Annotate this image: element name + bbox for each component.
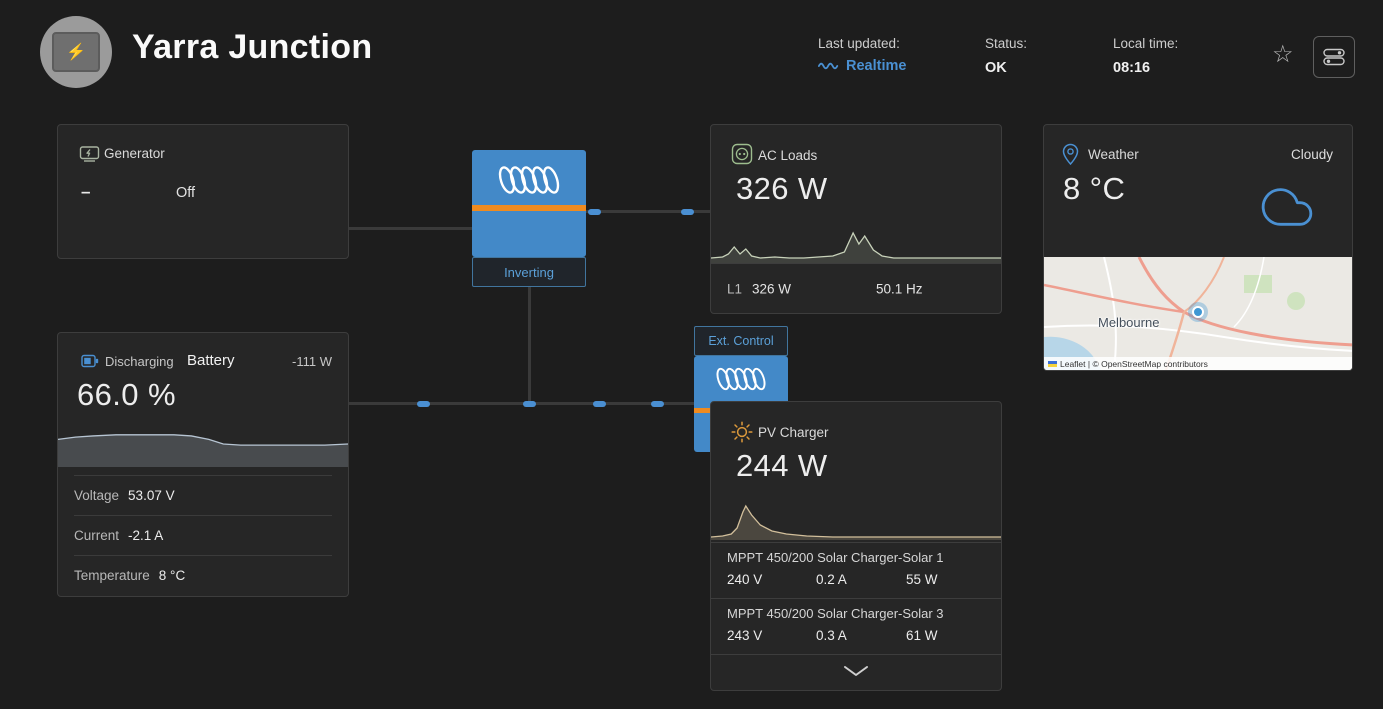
vrm-dashboard: ⚡ Yarra Junction Last updated: Realtime … — [0, 0, 1383, 709]
divider — [711, 654, 1001, 655]
ac-loads-sparkline — [711, 223, 1001, 263]
pv-tracker2-current: 0.3 A — [816, 628, 847, 643]
ac-loads-title: AC Loads — [758, 148, 818, 163]
battery-soc: 66.0 % — [77, 377, 176, 412]
map-attribution: Leaflet | © OpenStreetMap contributors — [1044, 357, 1352, 370]
power-flow-dot — [588, 209, 601, 215]
ac-loads-power: 326 W — [736, 171, 828, 206]
battery-voltage-value: 53.07 V — [128, 488, 175, 503]
pv-tracker2-power: 61 W — [906, 628, 938, 643]
pv-sun-icon — [731, 421, 753, 443]
weather-pin-icon — [1062, 143, 1079, 166]
ext-control-text: Ext. Control — [708, 334, 774, 348]
generator-phase: – — [81, 182, 91, 201]
battery-temperature-label: Temperature — [74, 568, 150, 583]
victron-logo-icon — [498, 166, 560, 194]
site-logo-image: ⚡ — [52, 32, 100, 72]
victron-logo-icon — [716, 367, 766, 391]
local-time-label: Local time: — [1113, 36, 1179, 51]
inverter-state-label[interactable]: Inverting — [472, 257, 586, 287]
battery-status: Discharging — [105, 354, 174, 369]
map-attribution-text: Leaflet | © OpenStreetMap contributors — [1060, 358, 1208, 369]
ac-l1-power: 326 W — [752, 281, 792, 296]
dc-bus-line — [349, 402, 694, 405]
last-updated-label: Last updated: — [818, 36, 900, 51]
weather-temperature: 8 °C — [1063, 171, 1126, 206]
power-flow-dot — [651, 401, 664, 407]
power-flow-dot — [681, 209, 694, 215]
weather-title: Weather — [1088, 147, 1139, 162]
battery-power: -111 W — [292, 354, 332, 369]
victron-orange-stripe — [472, 205, 586, 211]
pv-tracker1-current: 0.2 A — [816, 572, 847, 587]
inverter-state-text: Inverting — [504, 264, 554, 280]
pv-charger-sparkline — [711, 500, 1001, 540]
page-title: Yarra Junction — [132, 28, 373, 66]
expand-button[interactable] — [842, 664, 870, 682]
battery-card[interactable]: Discharging Battery -111 W 66.0 % Voltag… — [57, 332, 349, 597]
map-marker-icon — [1188, 302, 1208, 322]
ac-l1-label: L1 — [727, 281, 743, 296]
battery-details: Voltage 53.07 V Current -2.1 A Temperatu… — [58, 475, 348, 595]
battery-current-value: -2.1 A — [128, 528, 164, 543]
battery-voltage-label: Voltage — [74, 488, 120, 503]
generator-to-inverter-line — [349, 227, 472, 230]
pv-tracker1-power: 55 W — [906, 572, 938, 587]
inverter-device-block[interactable] — [472, 150, 586, 257]
cloud-icon — [1261, 188, 1313, 226]
realtime-text: Realtime — [846, 58, 907, 74]
favorite-star-icon[interactable]: ☆ — [1272, 40, 1294, 69]
pv-charger-power: 244 W — [736, 448, 828, 483]
local-time-value: 08:16 — [1113, 60, 1151, 76]
ac-frequency: 50.1 Hz — [876, 281, 923, 296]
pv-tracker1-voltage: 240 V — [727, 572, 763, 587]
weather-condition: Cloudy — [1290, 147, 1333, 162]
pv-tracker2-voltage: 243 V — [727, 628, 763, 643]
ac-loads-icon — [731, 143, 753, 165]
battery-temperature-row: Temperature 8 °C — [74, 555, 332, 595]
toggles-icon — [1323, 48, 1345, 66]
power-flow-dot — [593, 401, 606, 407]
pv-tracker1-name: MPPT 450/200 Solar Charger-Solar 1 — [727, 550, 944, 565]
battery-sparkline — [58, 421, 348, 467]
map-city-label: Melbourne — [1098, 315, 1160, 330]
power-flow-dot — [417, 401, 430, 407]
pv-charger-card[interactable]: PV Charger 244 W MPPT 450/200 Solar Char… — [710, 401, 1002, 691]
flag-icon — [1048, 360, 1057, 367]
status-label: Status: — [985, 36, 1028, 51]
battery-current-label: Current — [74, 528, 120, 543]
battery-icon — [81, 354, 99, 368]
battery-voltage-row: Voltage 53.07 V — [74, 475, 332, 515]
dashboard-settings-button[interactable] — [1313, 36, 1355, 78]
pv-charger-title: PV Charger — [758, 425, 829, 440]
inverter-dc-line — [528, 287, 531, 404]
divider — [711, 598, 1001, 599]
last-updated-value: Realtime — [818, 58, 906, 74]
battery-title: Battery — [187, 352, 235, 369]
generator-card[interactable]: Generator – Off — [57, 124, 349, 259]
ac-loads-footer: L1 326 W 50.1 Hz — [711, 263, 1001, 313]
generator-state: Off — [176, 185, 196, 201]
realtime-wave-icon — [818, 62, 839, 70]
ext-control-label[interactable]: Ext. Control — [694, 326, 788, 356]
weather-card[interactable]: Weather Cloudy 8 °C Melbourne Leaflet | … — [1043, 124, 1353, 371]
ac-loads-card[interactable]: AC Loads 326 W L1 326 W 50.1 Hz — [710, 124, 1002, 314]
weather-map[interactable]: Melbourne Leaflet | © OpenStreetMap cont… — [1044, 257, 1352, 370]
battery-current-row: Current -2.1 A — [74, 515, 332, 555]
divider — [711, 542, 1001, 543]
site-logo[interactable]: ⚡ — [40, 16, 112, 88]
generator-icon — [79, 146, 100, 162]
chevron-down-icon — [844, 666, 868, 676]
power-flow-dot — [523, 401, 536, 407]
generator-title: Generator — [104, 146, 165, 161]
battery-temperature-value: 8 °C — [158, 568, 186, 583]
pv-tracker2-name: MPPT 450/200 Solar Charger-Solar 3 — [727, 606, 944, 621]
status-value: OK — [985, 60, 1007, 76]
